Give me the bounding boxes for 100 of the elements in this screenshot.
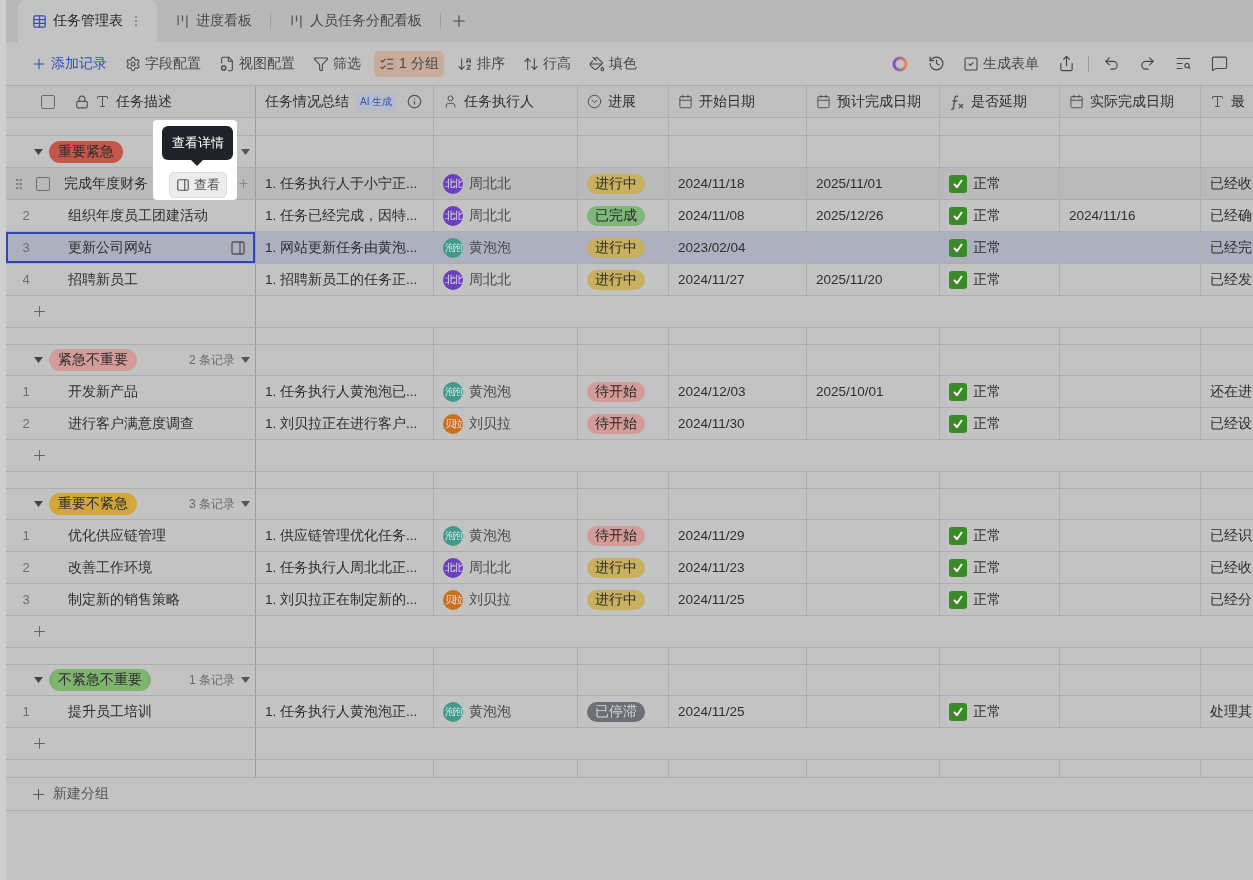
avatar: 北北 <box>443 557 463 578</box>
delay-status: 正常 <box>973 558 1001 577</box>
assignee-name: 刘贝拉 <box>469 414 511 433</box>
toolbar-button[interactable]: 筛选 <box>308 50 366 77</box>
toolbar-button[interactable]: 视图配置 <box>214 50 300 77</box>
generate-form-button[interactable]: 生成表单 <box>958 50 1044 77</box>
delay-status: 正常 <box>973 702 1001 721</box>
start-date: 2024/11/29 <box>678 528 745 543</box>
status-tag: 已停滞 <box>587 701 645 722</box>
row-number: 1 <box>21 384 31 399</box>
avatar: 北北 <box>443 173 463 194</box>
group-tag: 紧急不重要 <box>49 349 137 371</box>
row-number: 2 <box>21 560 31 575</box>
status-tag: 进行中 <box>587 269 645 290</box>
column-header[interactable]: 实际完成日期 <box>1090 92 1174 111</box>
toolbar-button[interactable]: 填色 <box>583 50 642 77</box>
status-tag: 待开始 <box>587 413 645 434</box>
delay-status: 正常 <box>973 174 1001 193</box>
assignee-name: 周北北 <box>469 270 511 289</box>
view-tab[interactable]: 进度看板 <box>161 0 266 42</box>
row-number: 3 <box>21 240 31 255</box>
task-name: 组织年度员工团建活动 <box>67 206 208 225</box>
summary-text: 1. 供应链管理优化任务... <box>265 526 418 545</box>
group-tag: 重要不紧急 <box>49 493 137 515</box>
toolbar-button[interactable]: 字段配置 <box>120 50 206 77</box>
avatar: 北北 <box>443 205 463 226</box>
avatar: 泡泡 <box>443 525 463 546</box>
avatar: 贝拉 <box>443 589 463 610</box>
latest-text: 已经识 <box>1210 526 1252 545</box>
task-name: 完成年度财务 <box>63 174 148 193</box>
tooltip: 查看详情 <box>162 126 233 160</box>
start-date: 2024/11/18 <box>678 176 745 191</box>
view-tab[interactable]: 任务管理表 <box>18 0 157 42</box>
latest-text: 已经收 <box>1210 558 1252 577</box>
row-number: 4 <box>21 272 31 287</box>
planned-date: 2025/10/01 <box>816 384 884 399</box>
status-tag: 进行中 <box>587 557 645 578</box>
status-tag: 进行中 <box>587 173 645 194</box>
delay-status: 正常 <box>973 526 1001 545</box>
task-name: 提升员工培训 <box>67 702 152 721</box>
avatar: 北北 <box>443 269 463 290</box>
view-button[interactable]: 查看 <box>169 172 227 198</box>
toolbar-button[interactable]: 排序 <box>451 50 510 77</box>
actual-date: 2024/11/16 <box>1069 208 1136 223</box>
summary-text: 1. 任务执行人黄泡泡已... <box>265 382 418 401</box>
new-group-button[interactable]: 新建分组 <box>6 778 109 810</box>
avatar: 泡泡 <box>443 381 463 402</box>
start-date: 2024/11/25 <box>678 704 745 719</box>
latest-text: 已经发 <box>1210 270 1252 289</box>
status-tag: 待开始 <box>587 381 645 402</box>
start-date: 2024/11/30 <box>678 416 745 431</box>
column-header[interactable]: 进展 <box>608 92 636 111</box>
delay-status: 正常 <box>973 206 1001 225</box>
delay-status: 正常 <box>973 590 1001 609</box>
record-count: 3 条记录 <box>189 495 235 513</box>
column-header[interactable]: 任务执行人 <box>464 92 534 111</box>
assignee-name: 刘贝拉 <box>469 590 511 609</box>
latest-text: 还在进 <box>1210 382 1252 401</box>
assignee-name: 黄泡泡 <box>469 526 511 545</box>
group-tag: 重要紧急 <box>49 140 123 163</box>
task-name: 进行客户满意度调查 <box>67 414 194 433</box>
ai-badge: AI 生成 <box>355 92 398 111</box>
start-date: 2024/11/25 <box>678 592 745 607</box>
delay-status: 正常 <box>973 382 1001 401</box>
status-tag: 已完成 <box>587 205 645 226</box>
row-number: 3 <box>21 592 31 607</box>
summary-text: 1. 刘贝拉正在进行客户... <box>265 414 418 433</box>
row-number: 2 <box>21 208 31 223</box>
column-header[interactable]: 开始日期 <box>699 92 755 111</box>
group-tag: 不紧急不重要 <box>49 669 151 691</box>
task-name: 制定新的销售策略 <box>67 590 180 609</box>
latest-text: 已经收 <box>1210 174 1252 193</box>
toolbar-button[interactable]: 1 分组 <box>374 50 444 77</box>
planned-date: 2025/12/26 <box>816 208 884 223</box>
avatar: 泡泡 <box>443 237 463 258</box>
column-header[interactable]: 任务描述 <box>116 92 172 111</box>
summary-text: 1. 招聘新员工的任务正... <box>265 270 418 289</box>
assignee-name: 周北北 <box>469 558 511 577</box>
assignee-name: 黄泡泡 <box>469 702 511 721</box>
summary-text: 1. 任务已经完成，因特... <box>265 206 418 225</box>
status-tag: 待开始 <box>587 525 645 546</box>
view-tab[interactable]: 人员任务分配看板 <box>275 0 436 42</box>
delay-status: 正常 <box>973 414 1001 433</box>
task-name: 改善工作环境 <box>67 558 152 577</box>
start-date: 2024/12/03 <box>678 384 746 399</box>
column-header[interactable]: 任务情况总结 <box>265 92 349 111</box>
assignee-name: 周北北 <box>469 174 511 193</box>
toolbar-button[interactable]: 行高 <box>517 50 576 77</box>
toolbar-button[interactable]: 添加记录 <box>26 50 112 77</box>
column-header[interactable]: 是否延期 <box>971 92 1027 111</box>
planned-date: 2025/11/20 <box>816 272 883 287</box>
summary-text: 1. 刘贝拉正在制定新的... <box>265 590 418 609</box>
task-name: 招聘新员工 <box>67 270 138 289</box>
column-header[interactable]: 预计完成日期 <box>837 92 921 111</box>
start-date: 2024/11/23 <box>678 560 745 575</box>
assignee-name: 黄泡泡 <box>469 238 511 257</box>
column-header[interactable]: 最 <box>1231 92 1245 111</box>
row-number: 1 <box>21 528 31 543</box>
assignee-name: 黄泡泡 <box>469 382 511 401</box>
summary-text: 1. 任务执行人于小宁正... <box>265 174 418 193</box>
